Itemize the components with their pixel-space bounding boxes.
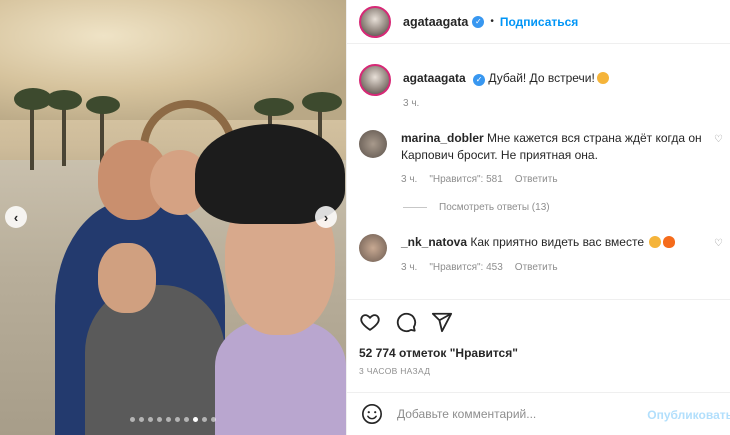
post-photo[interactable]: ‹ ›: [0, 0, 346, 435]
carousel-next-button[interactable]: ›: [315, 206, 337, 228]
add-comment-input[interactable]: [397, 407, 657, 421]
heart-outline-icon[interactable]: ♡: [714, 238, 723, 249]
post-panel: agataagata ✓ • Подписаться agataagata ✓ …: [346, 0, 730, 435]
reply-button[interactable]: Ответить: [515, 174, 558, 185]
comment-time: 3 ч.: [401, 262, 418, 273]
reply-button[interactable]: Ответить: [515, 262, 558, 273]
caption-username[interactable]: agataagata: [403, 71, 466, 85]
post-header: agataagata ✓ • Подписаться: [347, 0, 730, 44]
comments-list: agataagata ✓ Дубай! До встречи! 3 ч. mar…: [347, 44, 730, 299]
comment-avatar[interactable]: [359, 130, 387, 158]
comment-username[interactable]: marina_dobler: [401, 131, 484, 145]
comment-text: Как приятно видеть вас вместе: [470, 235, 645, 249]
carousel-dot: [166, 417, 171, 422]
caption-avatar[interactable]: [359, 64, 391, 96]
carousel-dot: [130, 417, 135, 422]
comment-time: 3 ч.: [401, 174, 418, 185]
carousel-dot: [211, 417, 216, 422]
comment-row: marina_dobler Мне кажется вся страна ждё…: [359, 130, 721, 164]
photo-palm-leaves: [86, 96, 120, 114]
carousel-dot: [175, 417, 180, 422]
fire-emoji-icon: [663, 236, 676, 248]
caption-text: Дубай! До встречи!: [488, 71, 595, 85]
view-replies-label: Посмотреть ответы (13): [439, 202, 550, 213]
carousel-dot: [139, 417, 144, 422]
header-separator: •: [490, 16, 494, 27]
carousel-dot: [148, 417, 153, 422]
share-icon[interactable]: [431, 311, 453, 333]
photo-palm-leaves: [46, 90, 82, 110]
carousel-dot: [157, 417, 162, 422]
avatar[interactable]: [359, 5, 391, 38]
caption-time: 3 ч.: [403, 98, 420, 109]
verified-badge-icon: ✓: [473, 74, 486, 86]
chevron-right-icon: ›: [323, 209, 329, 225]
replies-line-icon: [403, 207, 427, 208]
add-comment-bar: Опубликовать: [347, 392, 730, 435]
verified-badge-icon: ✓: [472, 15, 485, 28]
photo-palm: [30, 100, 34, 170]
emoji-icon[interactable]: [361, 403, 383, 425]
photo-palm-leaves: [254, 98, 294, 116]
view-replies-button[interactable]: Посмотреть ответы (13): [403, 202, 550, 213]
post-timestamp: 3 ЧАСОВ НАЗАД: [359, 366, 431, 376]
photo-palm-leaves: [302, 92, 342, 112]
comment-likes[interactable]: "Нравится": 453: [429, 262, 502, 273]
carousel-prev-button[interactable]: ‹: [5, 206, 27, 228]
photo-boy-body: [85, 285, 225, 435]
chevron-left-icon: ‹: [13, 209, 19, 225]
heart-eyes-emoji-icon: [596, 72, 609, 84]
comment-avatar[interactable]: [359, 234, 387, 262]
like-heart-icon[interactable]: [359, 311, 381, 333]
heart-outline-icon[interactable]: ♡: [714, 134, 723, 145]
caption-row: agataagata ✓ Дубай! До встречи!: [359, 64, 723, 96]
heart-eyes-emoji-icon: [649, 236, 662, 248]
comment-icon[interactable]: [395, 311, 417, 333]
carousel-dot: [193, 417, 198, 422]
follow-button[interactable]: Подписаться: [500, 15, 578, 29]
carousel-dot: [202, 417, 207, 422]
carousel-dots: [0, 417, 346, 422]
header-username[interactable]: agataagata: [403, 15, 468, 29]
photo-boy-face: [98, 243, 156, 313]
comment-likes[interactable]: "Нравится": 581: [429, 174, 502, 185]
post-actions: [347, 299, 730, 343]
carousel-dot: [184, 417, 189, 422]
comment-username[interactable]: _nk_natova: [401, 235, 467, 249]
publish-button[interactable]: Опубликовать: [647, 408, 730, 422]
likes-count[interactable]: 52 774 отметок "Нравится": [359, 346, 518, 360]
comment-row: _nk_natova Как приятно видеть вас вместе: [359, 234, 721, 262]
